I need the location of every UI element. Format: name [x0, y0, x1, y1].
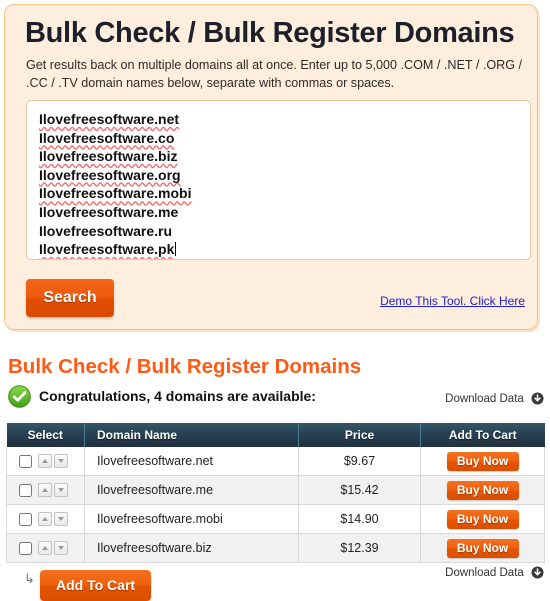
domain-names-textarea[interactable]: Ilovefreesoftware.net Ilovefreesoftware.c… — [26, 100, 531, 260]
cell-price: $15.42 — [298, 475, 421, 505]
green-check-icon — [8, 385, 31, 408]
column-header-add-to-cart[interactable]: Add To Cart — [420, 423, 545, 447]
domain-line: Ilovefreesoftware.biz — [39, 147, 518, 166]
cell-add-to-cart: Buy Now — [420, 504, 545, 534]
cell-select — [6, 533, 85, 563]
download-circle-icon — [531, 392, 544, 408]
cell-price: $14.90 — [298, 504, 421, 534]
text-caret — [175, 242, 177, 257]
cell-add-to-cart: Buy Now — [420, 533, 545, 563]
cell-domain-name: Ilovefreesoftware.biz — [84, 533, 299, 563]
column-header-select[interactable]: Select — [6, 423, 85, 447]
domain-line-text: Ilovefreesoftware.org — [39, 166, 181, 183]
bulk-search-panel: Bulk Check / Bulk Register Domains Get r… — [4, 4, 538, 330]
domain-line-text: Ilovefreesoftware.co — [39, 129, 175, 146]
demo-tool-link[interactable]: Demo This Tool. Click Here — [380, 294, 525, 308]
sub-arrow-icon: ↳ — [24, 571, 35, 586]
domain-line: Ilovefreesoftware.co — [39, 129, 518, 148]
download-data-bottom-label: Download Data — [445, 567, 524, 579]
move-up-icon[interactable] — [38, 483, 52, 498]
domain-line-text: Ilovefreesoftware.pk — [39, 241, 175, 258]
panel-description: Get results back on multiple domains all… — [26, 58, 523, 90]
status-text: Congratulations, 4 domains are available… — [39, 388, 316, 404]
cell-select — [6, 475, 85, 505]
domain-line: Ilovefreesoftware.org — [39, 166, 518, 185]
domain-line-text: Ilovefreesoftware.mobi — [39, 185, 192, 202]
row-select-checkbox[interactable] — [19, 483, 32, 497]
add-to-cart-button[interactable]: Add To Cart — [40, 570, 152, 601]
domain-line-text: Ilovefreesoftware.me — [39, 203, 179, 220]
download-data-bottom[interactable]: Download Data — [445, 566, 544, 582]
domain-results-table: Select Domain Name Price Add To Cart Ilo… — [6, 423, 545, 563]
cell-domain-name: Ilovefreesoftware.net — [84, 447, 299, 476]
cell-add-to-cart: Buy Now — [420, 475, 545, 505]
domain-line-text: Ilovefreesoftware.biz — [39, 148, 178, 165]
results-title: Bulk Check / Bulk Register Domains — [8, 355, 362, 378]
download-data-top[interactable]: Download Data — [445, 392, 544, 408]
buy-now-button[interactable]: Buy Now — [446, 451, 519, 471]
domain-line: Ilovefreesoftware.pk — [39, 240, 518, 259]
download-circle-icon — [531, 566, 544, 582]
cell-price: $12.39 — [298, 533, 421, 563]
table-row: Ilovefreesoftware.biz $12.39 Buy Now — [6, 533, 545, 563]
move-up-icon[interactable] — [38, 541, 52, 556]
cell-domain-name: Ilovefreesoftware.me — [84, 475, 299, 505]
table-row: Ilovefreesoftware.net $9.67 Buy Now — [6, 447, 545, 476]
column-header-domain-name[interactable]: Domain Name — [84, 423, 299, 447]
buy-now-button[interactable]: Buy Now — [446, 480, 519, 500]
column-header-price[interactable]: Price — [298, 423, 421, 447]
domain-line-text: Ilovefreesoftware.ru — [39, 222, 173, 239]
domain-line: Ilovefreesoftware.ru — [39, 222, 518, 241]
domain-line-text: Ilovefreesoftware.net — [39, 111, 180, 127]
search-button[interactable]: Search — [26, 279, 114, 317]
table-header-row: Select Domain Name Price Add To Cart — [6, 423, 545, 447]
row-select-checkbox[interactable] — [19, 454, 32, 468]
page-title: Bulk Check / Bulk Register Domains — [25, 17, 515, 49]
table-row: Ilovefreesoftware.me $15.42 Buy Now — [6, 475, 545, 505]
move-down-icon[interactable] — [54, 483, 68, 498]
move-up-icon[interactable] — [38, 454, 52, 469]
buy-now-button[interactable]: Buy Now — [446, 509, 519, 529]
domain-line: Ilovefreesoftware.mobi — [39, 184, 518, 203]
row-select-checkbox[interactable] — [19, 512, 32, 526]
domain-line: Ilovefreesoftware.me — [39, 203, 518, 222]
row-select-checkbox[interactable] — [19, 541, 32, 555]
download-data-top-label: Download Data — [445, 393, 524, 405]
move-up-icon[interactable] — [38, 512, 52, 527]
move-down-icon[interactable] — [54, 512, 68, 527]
move-down-icon[interactable] — [54, 454, 68, 469]
cell-add-to-cart: Buy Now — [420, 447, 545, 476]
cell-price: $9.67 — [298, 447, 421, 476]
domain-line: Ilovefreesoftware.net — [39, 110, 518, 129]
table-row: Ilovefreesoftware.mobi $14.90 Buy Now — [6, 504, 545, 534]
buy-now-button[interactable]: Buy Now — [446, 538, 519, 558]
cell-select — [6, 447, 85, 476]
move-down-icon[interactable] — [54, 541, 68, 556]
cell-select — [6, 504, 85, 534]
cell-domain-name: Ilovefreesoftware.mobi — [84, 504, 299, 534]
